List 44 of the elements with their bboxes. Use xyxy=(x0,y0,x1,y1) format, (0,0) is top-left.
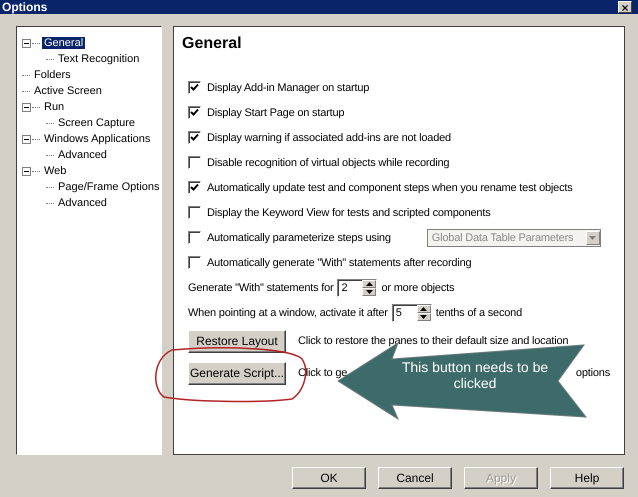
dialog-button[interactable]: Help xyxy=(550,467,624,489)
checkbox-label: Automatically parameterize steps using xyxy=(207,232,391,244)
tree-item[interactable]: General xyxy=(42,37,86,49)
tree-item[interactable]: Active Screen xyxy=(32,85,104,97)
field-label: tenths of a second xyxy=(436,306,522,318)
callout-text: This button needs to be clicked xyxy=(400,359,550,391)
checkbox-label: Display warning if associated add-ins are not loaded xyxy=(207,132,451,144)
action-button[interactable]: Generate Script... xyxy=(188,362,286,384)
caret-down-icon[interactable] xyxy=(366,290,373,294)
collapse-icon[interactable] xyxy=(22,102,31,112)
tree-item[interactable]: Web xyxy=(42,165,68,177)
panel-heading: General xyxy=(182,35,243,53)
tree-item[interactable]: Page/Frame Options xyxy=(56,181,162,193)
spin-field[interactable]: 5 xyxy=(392,304,432,322)
tree-item[interactable]: Advanced xyxy=(56,197,109,209)
action-button[interactable]: Restore Layout xyxy=(188,330,286,352)
tree-item[interactable]: Advanced xyxy=(56,149,109,161)
tree-item[interactable]: Folders xyxy=(32,69,73,81)
button-hint: options xyxy=(576,367,610,379)
collapse-icon[interactable] xyxy=(22,134,31,144)
window-title: Options xyxy=(1,0,48,14)
tree-item[interactable]: Run xyxy=(42,101,66,113)
dialog-button[interactable]: OK xyxy=(292,467,366,489)
caret-up-icon[interactable] xyxy=(366,282,373,286)
tree-item[interactable]: Screen Capture xyxy=(56,117,138,129)
caret-up-icon[interactable] xyxy=(420,306,428,310)
checkbox-label: Display Add-in Manager on startup xyxy=(207,82,370,94)
tree-item[interactable]: Windows Applications xyxy=(42,133,152,145)
collapse-icon[interactable] xyxy=(22,166,31,176)
field-label: When pointing at a window, activate it after xyxy=(188,306,388,318)
checkbox-label: Automatically update test and component steps when you rename test objects xyxy=(207,182,573,194)
checkbox-label: Display Start Page on startup xyxy=(207,106,344,118)
button-hint: Click to restore the panes to their default size and location xyxy=(298,335,568,347)
collapse-icon[interactable] xyxy=(22,38,31,48)
field-label: or more objects xyxy=(381,282,454,294)
spin-field[interactable]: 2 xyxy=(337,278,378,296)
tree-item[interactable]: Text Recognition xyxy=(56,53,142,65)
checkbox-label: Disable recognition of virtual objects while recording xyxy=(207,156,450,168)
field-label: Generate "With" statements for xyxy=(188,282,334,294)
dialog-button[interactable]: Cancel xyxy=(378,467,452,489)
checkbox-label: Display the Keyword View for tests and scripted components xyxy=(207,206,491,218)
close-button[interactable]: × xyxy=(618,1,632,13)
checkbox-label: Automatically generate "With" statements after recording xyxy=(207,256,472,268)
caret-down-icon[interactable] xyxy=(420,314,428,318)
